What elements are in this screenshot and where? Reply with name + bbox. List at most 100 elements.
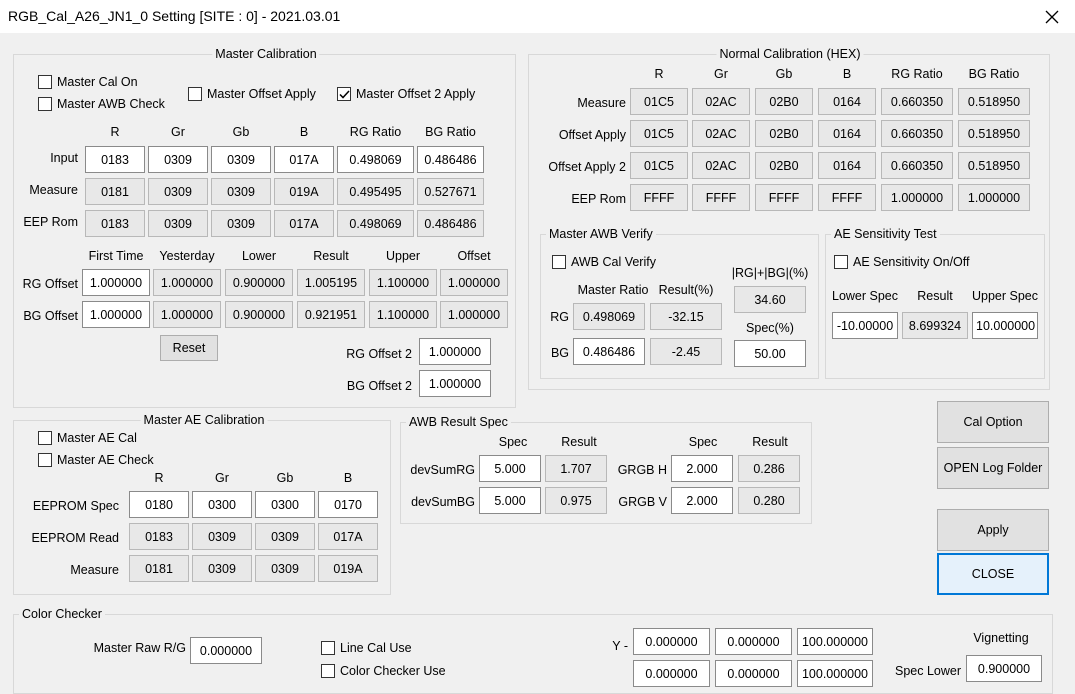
master-offset-apply-checkbox[interactable]: Master Offset Apply: [188, 86, 316, 102]
master-cal-cell: 0.486486: [417, 210, 484, 237]
master-ae-check-checkbox[interactable]: Master AE Check: [38, 452, 154, 468]
master-cal-row-label: Measure: [29, 183, 78, 197]
checkmark-icon[interactable]: [337, 87, 351, 101]
color-checker-title: Color Checker: [19, 607, 105, 621]
normal-cal-cell: 02AC: [692, 88, 750, 115]
awb-spec-input[interactable]: 5.000: [479, 455, 541, 482]
offset-cell[interactable]: 1.000000: [82, 301, 150, 328]
ae-sens-cell[interactable]: -10.00000: [832, 312, 898, 339]
master-cal-cell[interactable]: 0309: [211, 146, 271, 173]
master-ae-cell: 0309: [192, 555, 252, 582]
awb-cal-verify-checkbox[interactable]: AWB Cal Verify: [552, 254, 656, 270]
ae-sens-col-header: Upper Spec: [971, 289, 1039, 303]
master-ae-cal-checkbox[interactable]: Master AE Cal: [38, 430, 137, 446]
normal-cal-cell: 02AC: [692, 120, 750, 147]
window-close-button[interactable]: [1034, 3, 1070, 31]
awb-spec-input[interactable]: 5.000: [479, 487, 541, 514]
master-ae-col-header: Gr: [215, 471, 229, 485]
master-raw-input[interactable]: 0.000000: [190, 637, 262, 664]
offset-cell: 0.900000: [225, 269, 293, 296]
master-offset2-apply-checkbox[interactable]: Master Offset 2 Apply: [337, 86, 475, 102]
color-checker-row2-input[interactable]: 0.000000: [633, 660, 710, 687]
checkbox-box[interactable]: [38, 97, 52, 111]
master-cal-cell[interactable]: 0.486486: [417, 146, 484, 173]
normal-cal-row-label: Offset Apply: [558, 128, 626, 142]
bg-offset2-input[interactable]: 1.000000: [419, 370, 491, 397]
line-cal-use-checkbox[interactable]: Line Cal Use: [321, 640, 412, 656]
awb-result-spec-title: AWB Result Spec: [406, 415, 511, 429]
apply-button[interactable]: Apply: [937, 509, 1049, 551]
master-cal-cell: 0.498069: [337, 210, 414, 237]
master-ae-cell: 0183: [129, 523, 189, 550]
checkbox-box[interactable]: [38, 453, 52, 467]
y-value-input[interactable]: 0.000000: [715, 628, 792, 655]
normal-cal-cell: FFFF: [692, 184, 750, 211]
checkbox-box[interactable]: [321, 664, 335, 678]
grgb-spec-input[interactable]: 2.000: [671, 487, 733, 514]
master-cal-cell: 0309: [148, 178, 208, 205]
ae-sens-cell[interactable]: 10.000000: [972, 312, 1038, 339]
y-value-input[interactable]: 0.000000: [633, 628, 710, 655]
checkbox-box[interactable]: [38, 75, 52, 89]
checkbox-box[interactable]: [834, 255, 848, 269]
master-cal-cell[interactable]: 017A: [274, 146, 334, 173]
offset-cell[interactable]: 1.000000: [82, 269, 150, 296]
window-title: RGB_Cal_A26_JN1_0 Setting [SITE : 0] - 2…: [8, 8, 341, 24]
grgb-spec-input[interactable]: 2.000: [671, 455, 733, 482]
master-cal-cell[interactable]: 0.498069: [337, 146, 414, 173]
master-ae-cell[interactable]: 0170: [318, 491, 378, 518]
y-value-input[interactable]: 100.000000: [797, 628, 873, 655]
master-cal-on-checkbox[interactable]: Master Cal On: [38, 74, 138, 90]
master-ae-row-label: EEPROM Read: [31, 531, 119, 545]
rg-offset2-input[interactable]: 1.000000: [419, 338, 491, 365]
ae-sensitivity-checkbox[interactable]: AE Sensitivity On/Off: [834, 254, 969, 270]
master-awb-check-checkbox[interactable]: Master AWB Check: [38, 96, 165, 112]
normal-cal-col-header: R: [654, 67, 664, 81]
master-cal-cell[interactable]: 0309: [148, 146, 208, 173]
normal-cal-cell: 0164: [818, 152, 876, 179]
bg-master-ratio-input[interactable]: 0.486486: [573, 338, 645, 365]
close-button[interactable]: CLOSE: [937, 553, 1049, 595]
master-cal-cell: 0309: [148, 210, 208, 237]
master-cal-col-header: BG Ratio: [425, 125, 476, 139]
reset-button[interactable]: Reset: [160, 335, 218, 361]
master-ae-cell[interactable]: 0300: [192, 491, 252, 518]
master-ae-cell[interactable]: 0300: [255, 491, 315, 518]
spec-percent-input[interactable]: 50.00: [734, 340, 806, 367]
master-cal-cell[interactable]: 0183: [85, 146, 145, 173]
rg-label: RG: [550, 310, 569, 324]
open-log-folder-button[interactable]: OPEN Log Folder: [937, 447, 1049, 489]
offset-cell: 1.100000: [369, 301, 437, 328]
checkbox-label: Master Offset 2 Apply: [356, 87, 476, 101]
awb-spec-row-label: devSumRG: [410, 463, 475, 477]
offset-cell: 0.900000: [225, 301, 293, 328]
master-awb-verify-title: Master AWB Verify: [546, 227, 656, 241]
offset-col-header: Yesterday: [159, 249, 215, 263]
normal-cal-cell: 1.000000: [881, 184, 953, 211]
grgb-result-value: 0.280: [738, 487, 800, 514]
normal-cal-cell: 1.000000: [958, 184, 1030, 211]
master-ae-title: Master AE Calibration: [140, 413, 268, 427]
color-checker-row2-input[interactable]: 0.000000: [715, 660, 792, 687]
master-ae-col-header: Gb: [276, 471, 294, 485]
color-checker-row2-input[interactable]: 100.000000: [797, 660, 873, 687]
normal-cal-cell: 0.518950: [958, 152, 1030, 179]
checkbox-label: Master AE Check: [57, 453, 154, 467]
master-ae-cell: 0309: [255, 555, 315, 582]
normal-cal-cell: 01C5: [630, 88, 688, 115]
spec-lower-input[interactable]: 0.900000: [966, 655, 1042, 682]
master-cal-cell: 0309: [211, 178, 271, 205]
ae-sens-cell: 8.699324: [902, 312, 968, 339]
cal-option-button[interactable]: Cal Option: [937, 401, 1049, 443]
checkbox-box[interactable]: [38, 431, 52, 445]
master-ae-cell: 0309: [255, 523, 315, 550]
offset-col-header: Upper: [385, 249, 421, 263]
checkbox-box[interactable]: [552, 255, 566, 269]
checkbox-box[interactable]: [321, 641, 335, 655]
master-ae-cell[interactable]: 0180: [129, 491, 189, 518]
color-checker-use-checkbox[interactable]: Color Checker Use: [321, 663, 446, 679]
checkbox-box[interactable]: [188, 87, 202, 101]
bg-offset2-label: BG Offset 2: [346, 379, 412, 393]
master-ae-cell: 0309: [192, 523, 252, 550]
normal-cal-cell: 0.660350: [881, 88, 953, 115]
